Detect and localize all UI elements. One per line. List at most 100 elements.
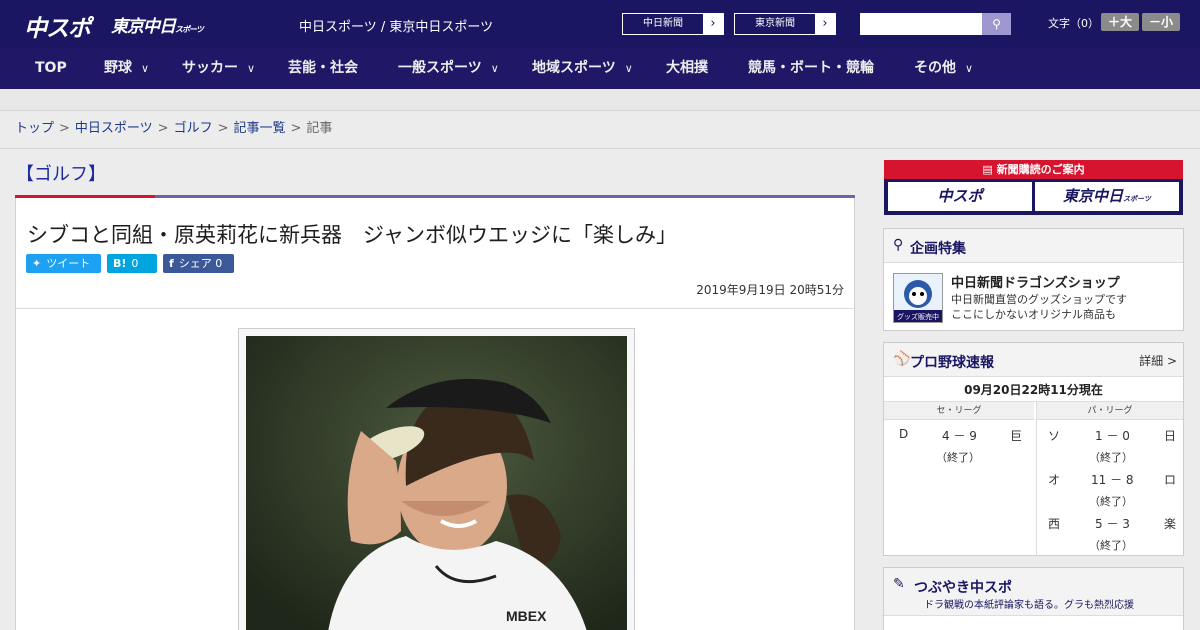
tweet-button[interactable]: ✦ ツイート — [26, 254, 101, 273]
nav-label: 一般スポーツ — [398, 60, 482, 76]
game-home-team: D — [899, 427, 909, 441]
search-input[interactable] — [860, 13, 982, 35]
game-status: （終了） — [1089, 539, 1133, 552]
search-button[interactable]: ⚲ — [982, 13, 1011, 35]
breadcrumb-top[interactable]: トップ — [15, 121, 54, 136]
nav-item-racing[interactable]: 競馬・ボート・競輪 — [748, 48, 874, 89]
game-status: （終了） — [936, 451, 980, 464]
chuspo-logo[interactable]: 中スポ — [24, 9, 91, 43]
site-title: 中日スポーツ / 東京中日スポーツ — [299, 20, 494, 35]
breadcrumb-separator: > — [157, 121, 169, 136]
main-nav: TOP 野球 ∨ サッカー ∨ 芸能・社会 一般スポーツ ∨ 地域スポーツ ∨ 大相撲 … — [0, 48, 1200, 89]
subscribe-header: ▤ 新聞購読のご案内 — [884, 160, 1183, 179]
baseball-icon: ⚾ — [893, 351, 911, 367]
game-home-team: オ — [1048, 473, 1061, 487]
nav-item-general-sports[interactable]: 一般スポーツ ∨ — [398, 48, 499, 89]
game-away-team: ロ — [1164, 473, 1177, 487]
category-label: 【ゴルフ】 — [16, 164, 106, 185]
chevron-down-icon: ∨ — [141, 62, 150, 75]
article-panel: シブコと同組・原英莉花に新兵器 ジャンボ似ウエッジに「楽しみ」 ✦ ツイート B!… — [15, 198, 855, 630]
subscribe-tokyo-small: スポーツ — [1123, 195, 1151, 203]
game-status: （終了） — [1089, 495, 1133, 508]
breadcrumb-separator: > — [59, 121, 70, 136]
baseball-title: プロ野球速報 — [910, 355, 994, 371]
nav-item-other[interactable]: その他 ∨ — [914, 48, 973, 89]
subscribe-tokyo-logo[interactable]: 東京中日スポーツ — [1035, 182, 1179, 211]
feature-desc-line: ここにしかないオリジナル商品も — [951, 308, 1116, 321]
game-away-team: 巨 — [1010, 429, 1023, 443]
tweet-header: ✎ つぶやき中スポ ドラ観戦の本紙評論家も語る。グラも熱烈応援 — [884, 568, 1183, 616]
font-size-label: 文字（0） — [1048, 17, 1099, 30]
tweet-box: ✎ つぶやき中スポ ドラ観戦の本紙評論家も語る。グラも熱烈応援 — [883, 567, 1184, 630]
chunichi-shimbun-label: 中日新聞 — [643, 18, 683, 29]
breadcrumb-separator: > — [290, 121, 302, 136]
nav-item-baseball[interactable]: 野球 ∨ — [104, 48, 149, 89]
feature-item-title[interactable]: 中日新聞ドラゴンズショップ — [951, 272, 1120, 291]
megaphone-icon: ✎ — [893, 576, 905, 592]
hatena-bookmark-button[interactable]: B! 0 — [107, 254, 157, 273]
tokyo-chunichi-logo[interactable]: 東京中日スポーツ — [111, 12, 204, 37]
subscribe-chuspo-logo[interactable]: 中スポ — [888, 182, 1032, 211]
nav-label: 野球 — [104, 60, 132, 76]
nav-item-soccer[interactable]: サッカー ∨ — [182, 48, 255, 89]
subscribe-header-label: 新聞購読のご案内 — [996, 163, 1085, 176]
tokyo-logo-text: 東京中日 — [111, 17, 176, 37]
breadcrumb-chunichi-sports[interactable]: 中日スポーツ — [75, 121, 153, 136]
nav-label: 芸能・社会 — [288, 60, 358, 76]
feature-title: 企画特集 — [910, 241, 966, 257]
golfer-photo-illustration: MBEX — [246, 336, 627, 630]
score-timestamp: 09月20日22時11分現在 — [884, 378, 1183, 402]
article-photo[interactable]: MBEX — [246, 336, 627, 630]
hatena-count: 0 — [131, 257, 139, 270]
ribbon-icon: ⚲ — [893, 237, 904, 253]
divider — [16, 308, 854, 309]
hatena-icon: B! — [113, 257, 127, 270]
feature-item-desc: 中日新聞直営のグッズショップです ここにしかないオリジナル商品も — [951, 292, 1127, 322]
tweet-label: ツイート — [46, 257, 91, 270]
chevron-right-icon: › — [815, 14, 835, 34]
facebook-label: シェア — [178, 257, 212, 270]
tweet-title: つぶやき中スポ — [914, 580, 1012, 596]
feature-header: ⚲ 企画特集 — [884, 229, 1183, 263]
breadcrumb: トップ > 中日スポーツ > ゴルフ > 記事一覧 > 記事 — [0, 111, 1200, 149]
feature-desc-line: 中日新聞直営のグッズショップです — [951, 293, 1127, 306]
baseball-header: ⚾ プロ野球速報 詳細 > — [884, 343, 1183, 377]
nav-label: サッカー — [182, 60, 238, 76]
photo-shirt-logo: MBEX — [506, 608, 547, 624]
breadcrumb-golf[interactable]: ゴルフ — [174, 121, 213, 136]
game-score[interactable]: 11 － 8 — [1091, 471, 1134, 488]
nav-item-entertainment[interactable]: 芸能・社会 — [288, 48, 358, 89]
game-score[interactable]: 4 － 9 — [942, 427, 977, 444]
font-smaller-button[interactable]: －小 — [1142, 13, 1180, 31]
newspaper-icon: ▤ — [982, 163, 997, 176]
baseball-more-link[interactable]: 詳細 > — [1139, 352, 1177, 369]
pacific-league-label: パ・リーグ — [1037, 402, 1183, 420]
article-headline: シブコと同組・原英莉花に新兵器 ジャンボ似ウエッジに「楽しみ」 — [27, 223, 677, 247]
subscribe-banner[interactable]: ▤ 新聞購読のご案内 中スポ 東京中日スポーツ — [884, 160, 1183, 215]
dragons-shop-thumbnail[interactable]: グッズ販売中 — [893, 273, 943, 323]
game-score[interactable]: 1 － 0 — [1095, 427, 1130, 444]
thumb-label: グッズ販売中 — [897, 312, 939, 321]
nav-item-sumo[interactable]: 大相撲 — [666, 48, 708, 89]
chevron-down-icon: ∨ — [965, 62, 974, 75]
game-away-team: 楽 — [1164, 517, 1177, 531]
game-score[interactable]: 5 － 3 — [1095, 515, 1130, 532]
chevron-right-icon: › — [703, 14, 723, 34]
feature-box: ⚲ 企画特集 グッズ販売中 中日新聞ドラゴンズショップ 中日新聞直営のグッズショ… — [883, 228, 1184, 331]
nav-item-top[interactable]: TOP — [35, 48, 67, 89]
font-bigger-button[interactable]: ＋大 — [1101, 13, 1139, 31]
nav-item-regional-sports[interactable]: 地域スポーツ ∨ — [532, 48, 633, 89]
search-icon: ⚲ — [992, 17, 1001, 31]
chevron-down-icon: ∨ — [247, 62, 256, 75]
baseball-scores-box: ⚾ プロ野球速報 詳細 > 09月20日22時11分現在 セ・リーグ パ・リーグ… — [883, 342, 1184, 556]
tokyo-shimbun-link[interactable]: 東京新聞 › — [734, 13, 836, 35]
facebook-share-button[interactable]: f シェア 0 — [163, 254, 234, 273]
central-league-label: セ・リーグ — [884, 402, 1034, 420]
game-status: （終了） — [1089, 451, 1133, 464]
tokyo-logo-small: スポーツ — [175, 25, 204, 34]
site-header: 中スポ 東京中日スポーツ 中日スポーツ / 東京中日スポーツ 中日新聞 › 東京新… — [0, 0, 1200, 48]
chevron-down-icon: ∨ — [490, 62, 499, 75]
breadcrumb-article-list[interactable]: 記事一覧 — [234, 121, 286, 136]
article-date: 2019年9月19日 20時51分 — [696, 283, 844, 297]
chunichi-shimbun-link[interactable]: 中日新聞 › — [622, 13, 724, 35]
